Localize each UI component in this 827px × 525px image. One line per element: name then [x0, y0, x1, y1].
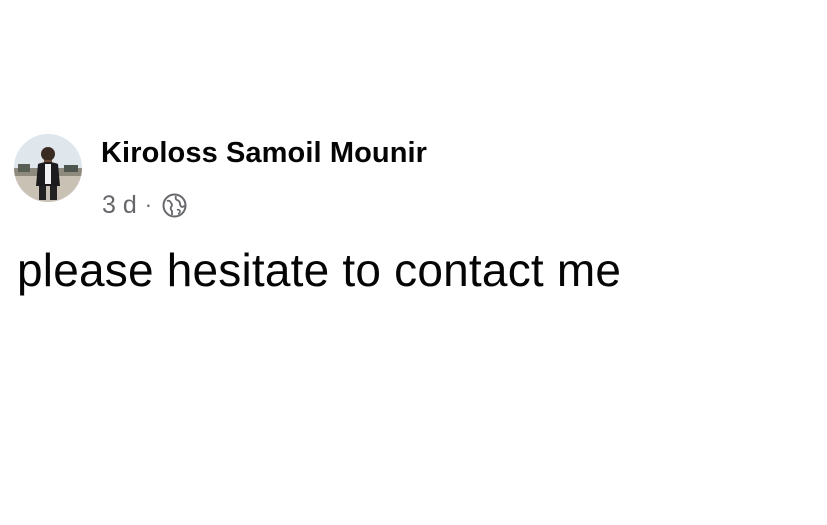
post-text: please hesitate to contact me [17, 244, 622, 296]
author-name[interactable]: Kiroloss Samoil Mounir [101, 137, 427, 170]
post-timestamp[interactable]: 3 d [102, 191, 137, 220]
avatar-photo [14, 134, 82, 202]
avatar[interactable] [14, 134, 82, 202]
globe-icon[interactable] [161, 192, 188, 219]
meta-separator: · [144, 192, 153, 217]
post-meta: 3 d · [102, 190, 188, 220]
post-card: Kiroloss Samoil Mounir 3 d · please hesi… [0, 0, 827, 525]
